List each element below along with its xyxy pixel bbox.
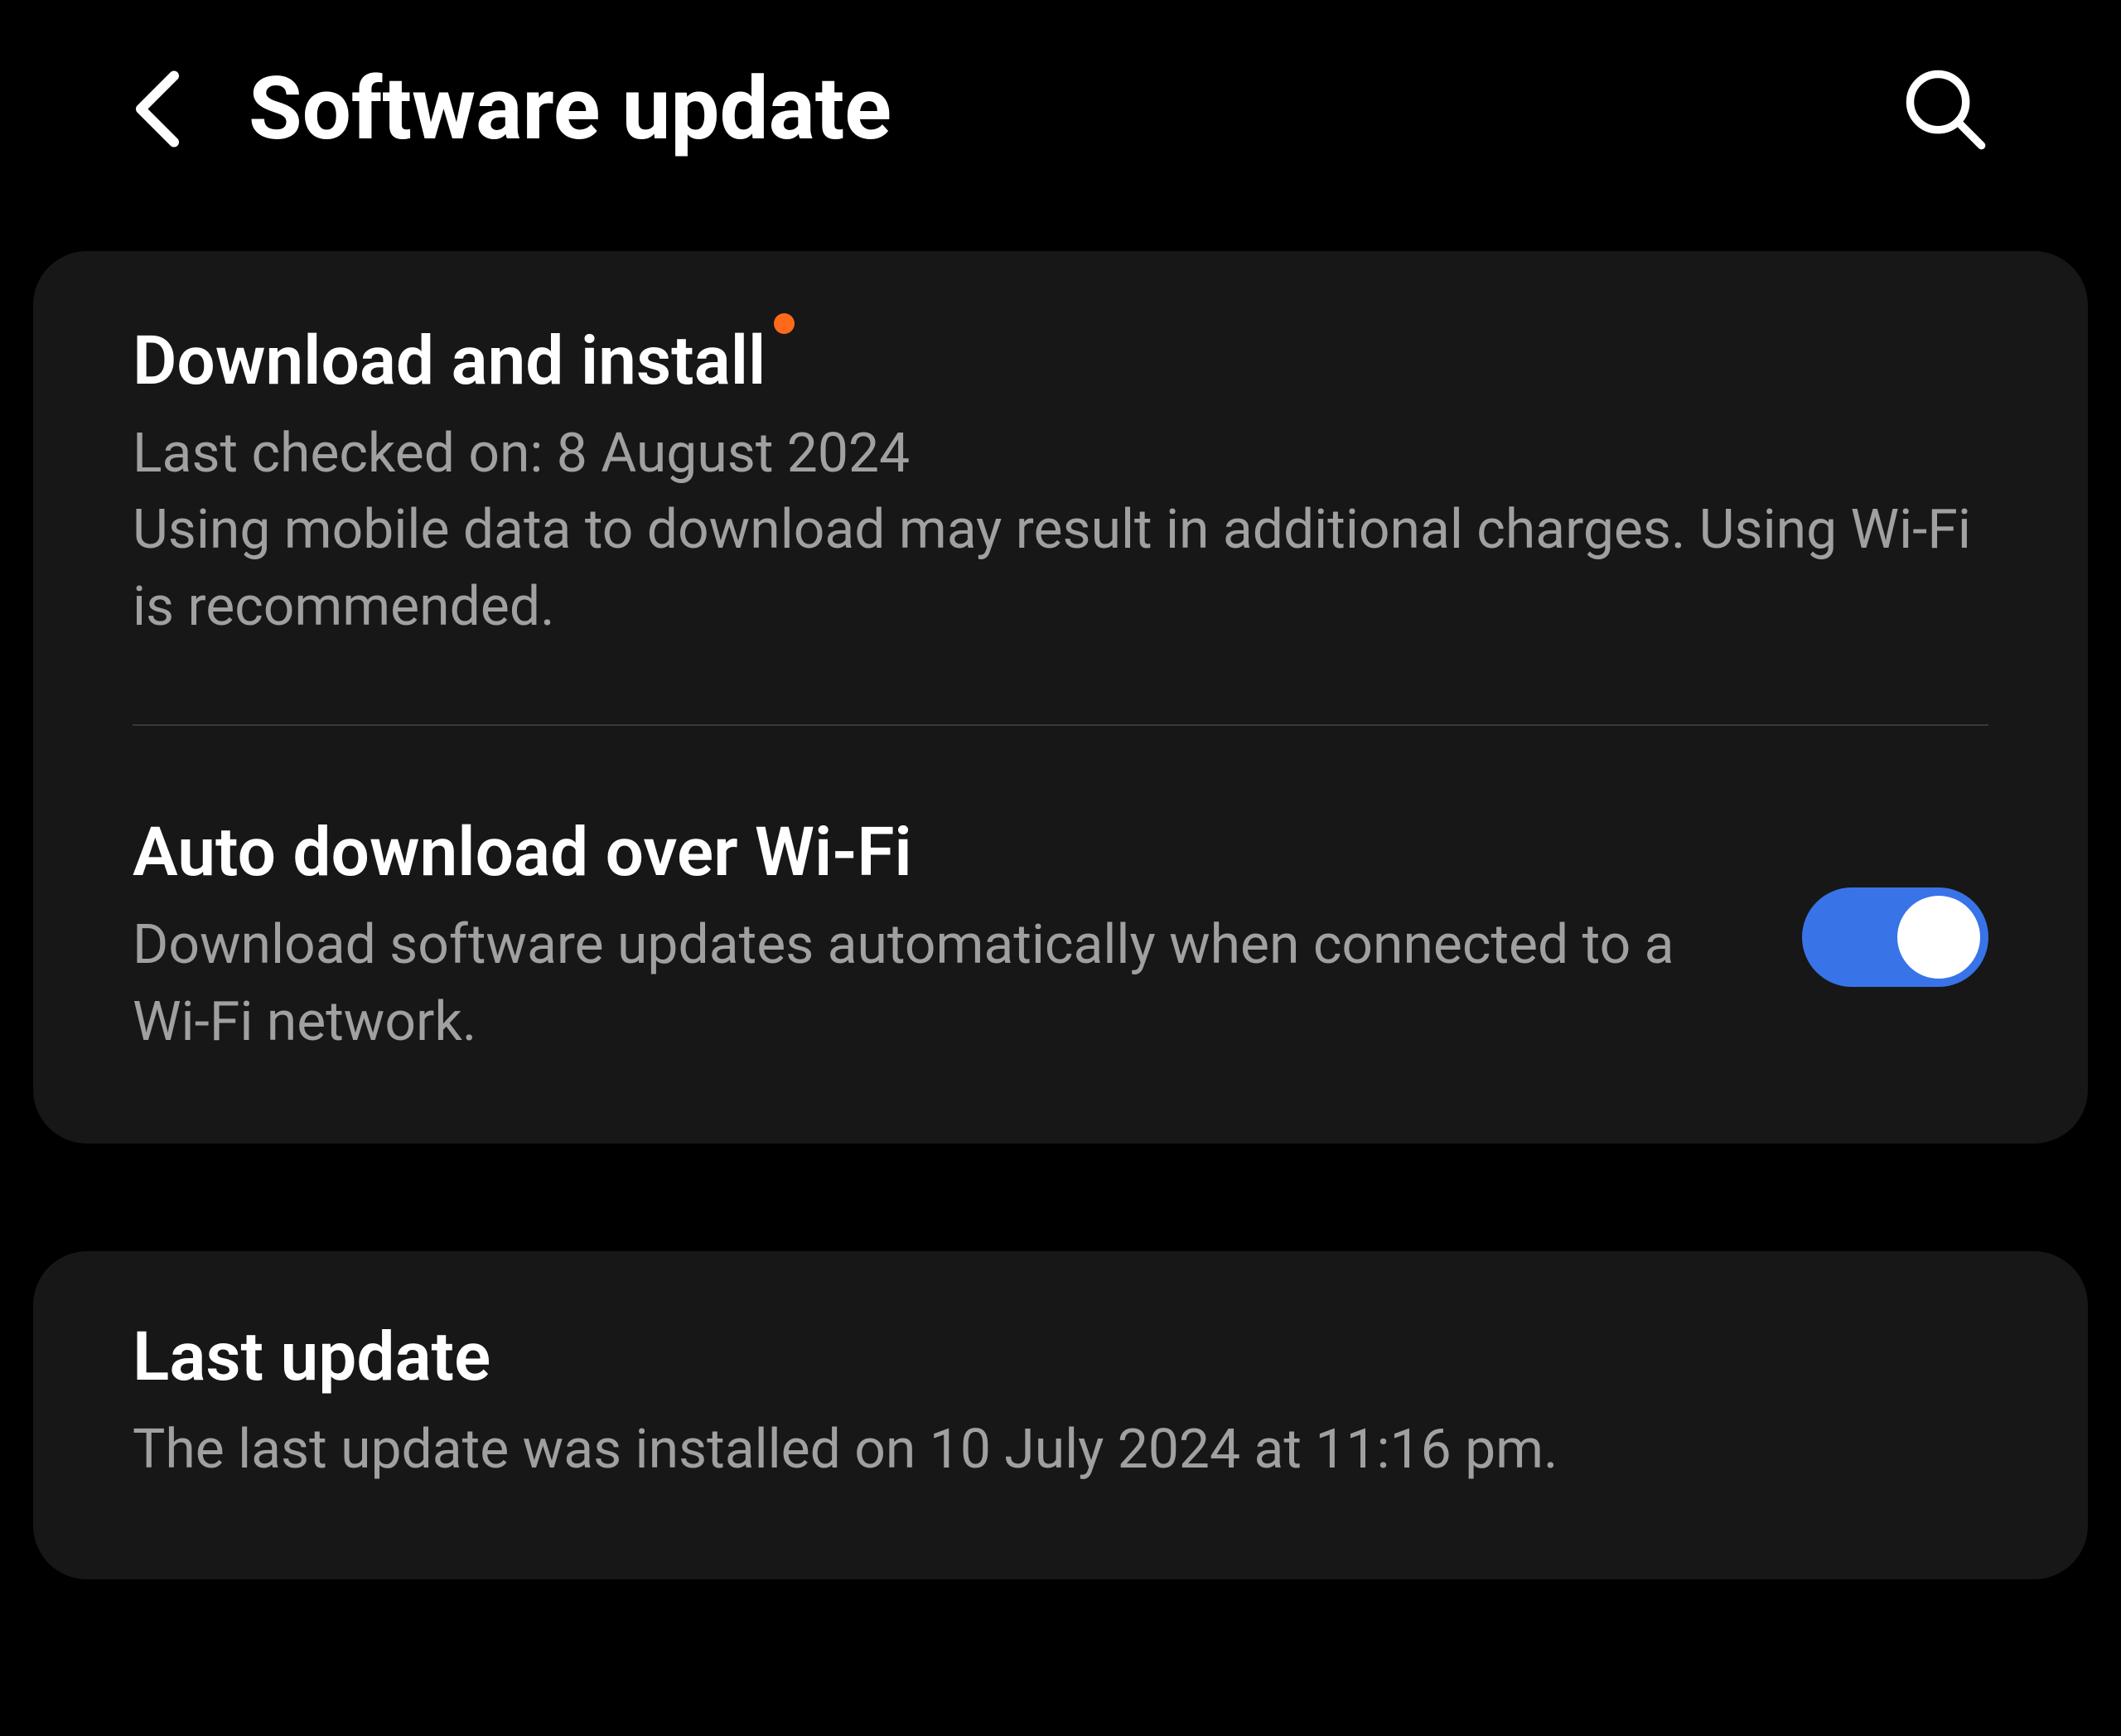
settings-card: Download and install Last checked on: 8 …	[33, 251, 2088, 1144]
last-update-description: The last update was installed on 10 July…	[133, 1412, 1988, 1488]
search-button[interactable]	[1901, 65, 1988, 152]
auto-download-title: Auto download over Wi-Fi	[133, 813, 912, 892]
download-install-subtitle: Last checked on: 8 August 2024 Using mob…	[133, 416, 1988, 646]
auto-download-description: Download software updates automatically …	[133, 907, 1752, 1061]
download-install-title: Download and install	[133, 322, 766, 401]
header: Software update	[33, 0, 2088, 251]
download-install-item[interactable]: Download and install Last checked on: 8 …	[33, 251, 2088, 724]
chevron-left-icon	[133, 65, 182, 152]
toggle-thumb-icon	[1897, 896, 1980, 979]
auto-download-item[interactable]: Auto download over Wi-Fi Download softwa…	[33, 726, 2088, 1144]
auto-download-toggle[interactable]	[1802, 887, 1988, 987]
search-icon	[1901, 65, 1988, 152]
notification-dot-icon	[774, 313, 795, 334]
auto-download-content: Auto download over Wi-Fi Download softwa…	[133, 813, 1802, 1061]
last-update-item[interactable]: Last update The last update was installe…	[33, 1251, 2088, 1579]
last-update-title: Last update	[133, 1318, 490, 1397]
back-button[interactable]	[133, 65, 182, 152]
page-title: Software update	[249, 58, 1901, 160]
